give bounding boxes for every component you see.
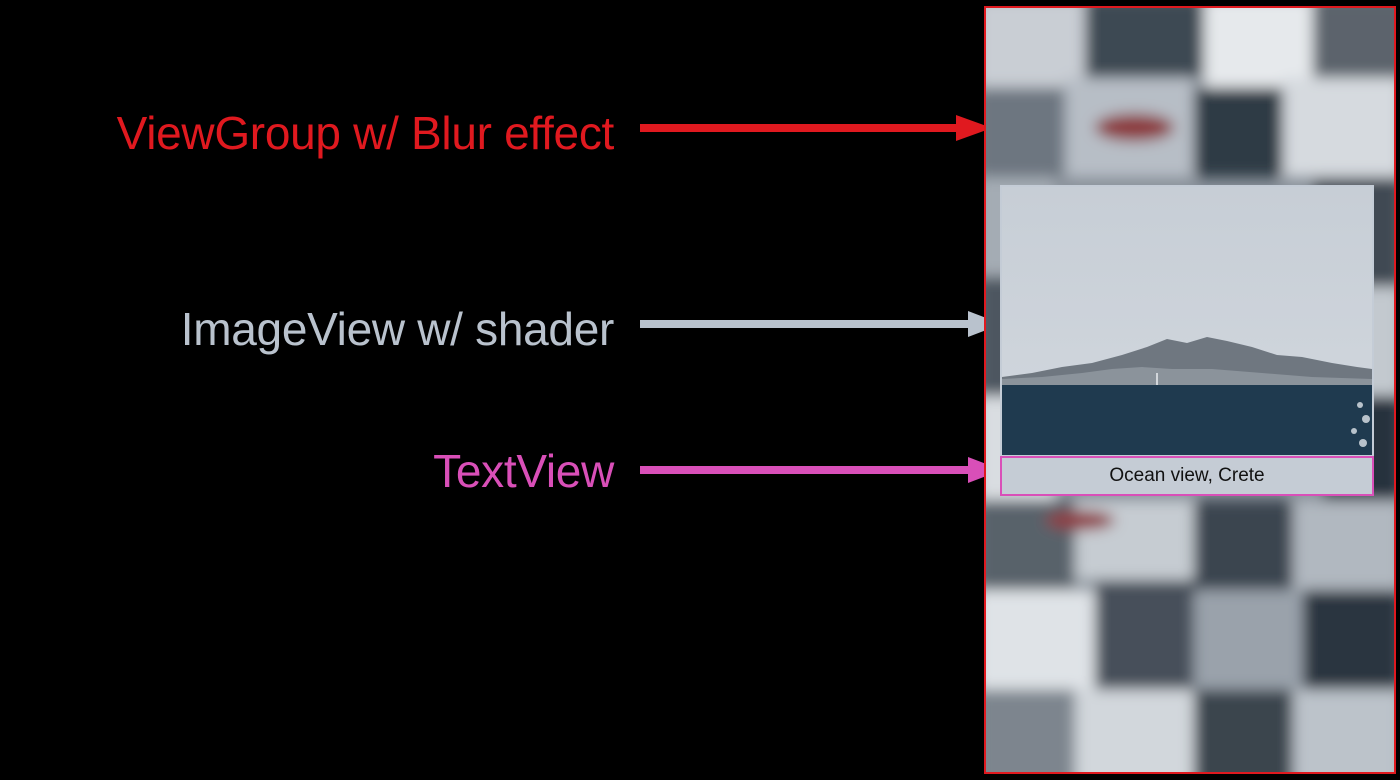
blur-viewgroup: Ocean view, Crete bbox=[984, 6, 1396, 774]
text-view: Ocean view, Crete bbox=[1000, 456, 1374, 496]
image-view bbox=[1000, 185, 1374, 457]
imageview-label: ImageView w/ shader bbox=[180, 303, 615, 355]
textview-label: TextView bbox=[433, 445, 614, 497]
viewgroup-arrow bbox=[640, 115, 992, 141]
viewgroup-label: ViewGroup w/ Blur effect bbox=[116, 107, 615, 159]
ocean-photo bbox=[1002, 187, 1372, 455]
sea bbox=[1002, 385, 1372, 455]
textview-arrow-shaft bbox=[640, 466, 970, 474]
textview-arrow bbox=[640, 457, 1002, 483]
viewgroup-arrow-shaft bbox=[640, 124, 958, 132]
imageview-arrow-shaft bbox=[640, 320, 970, 328]
imageview-arrow bbox=[640, 311, 1002, 337]
